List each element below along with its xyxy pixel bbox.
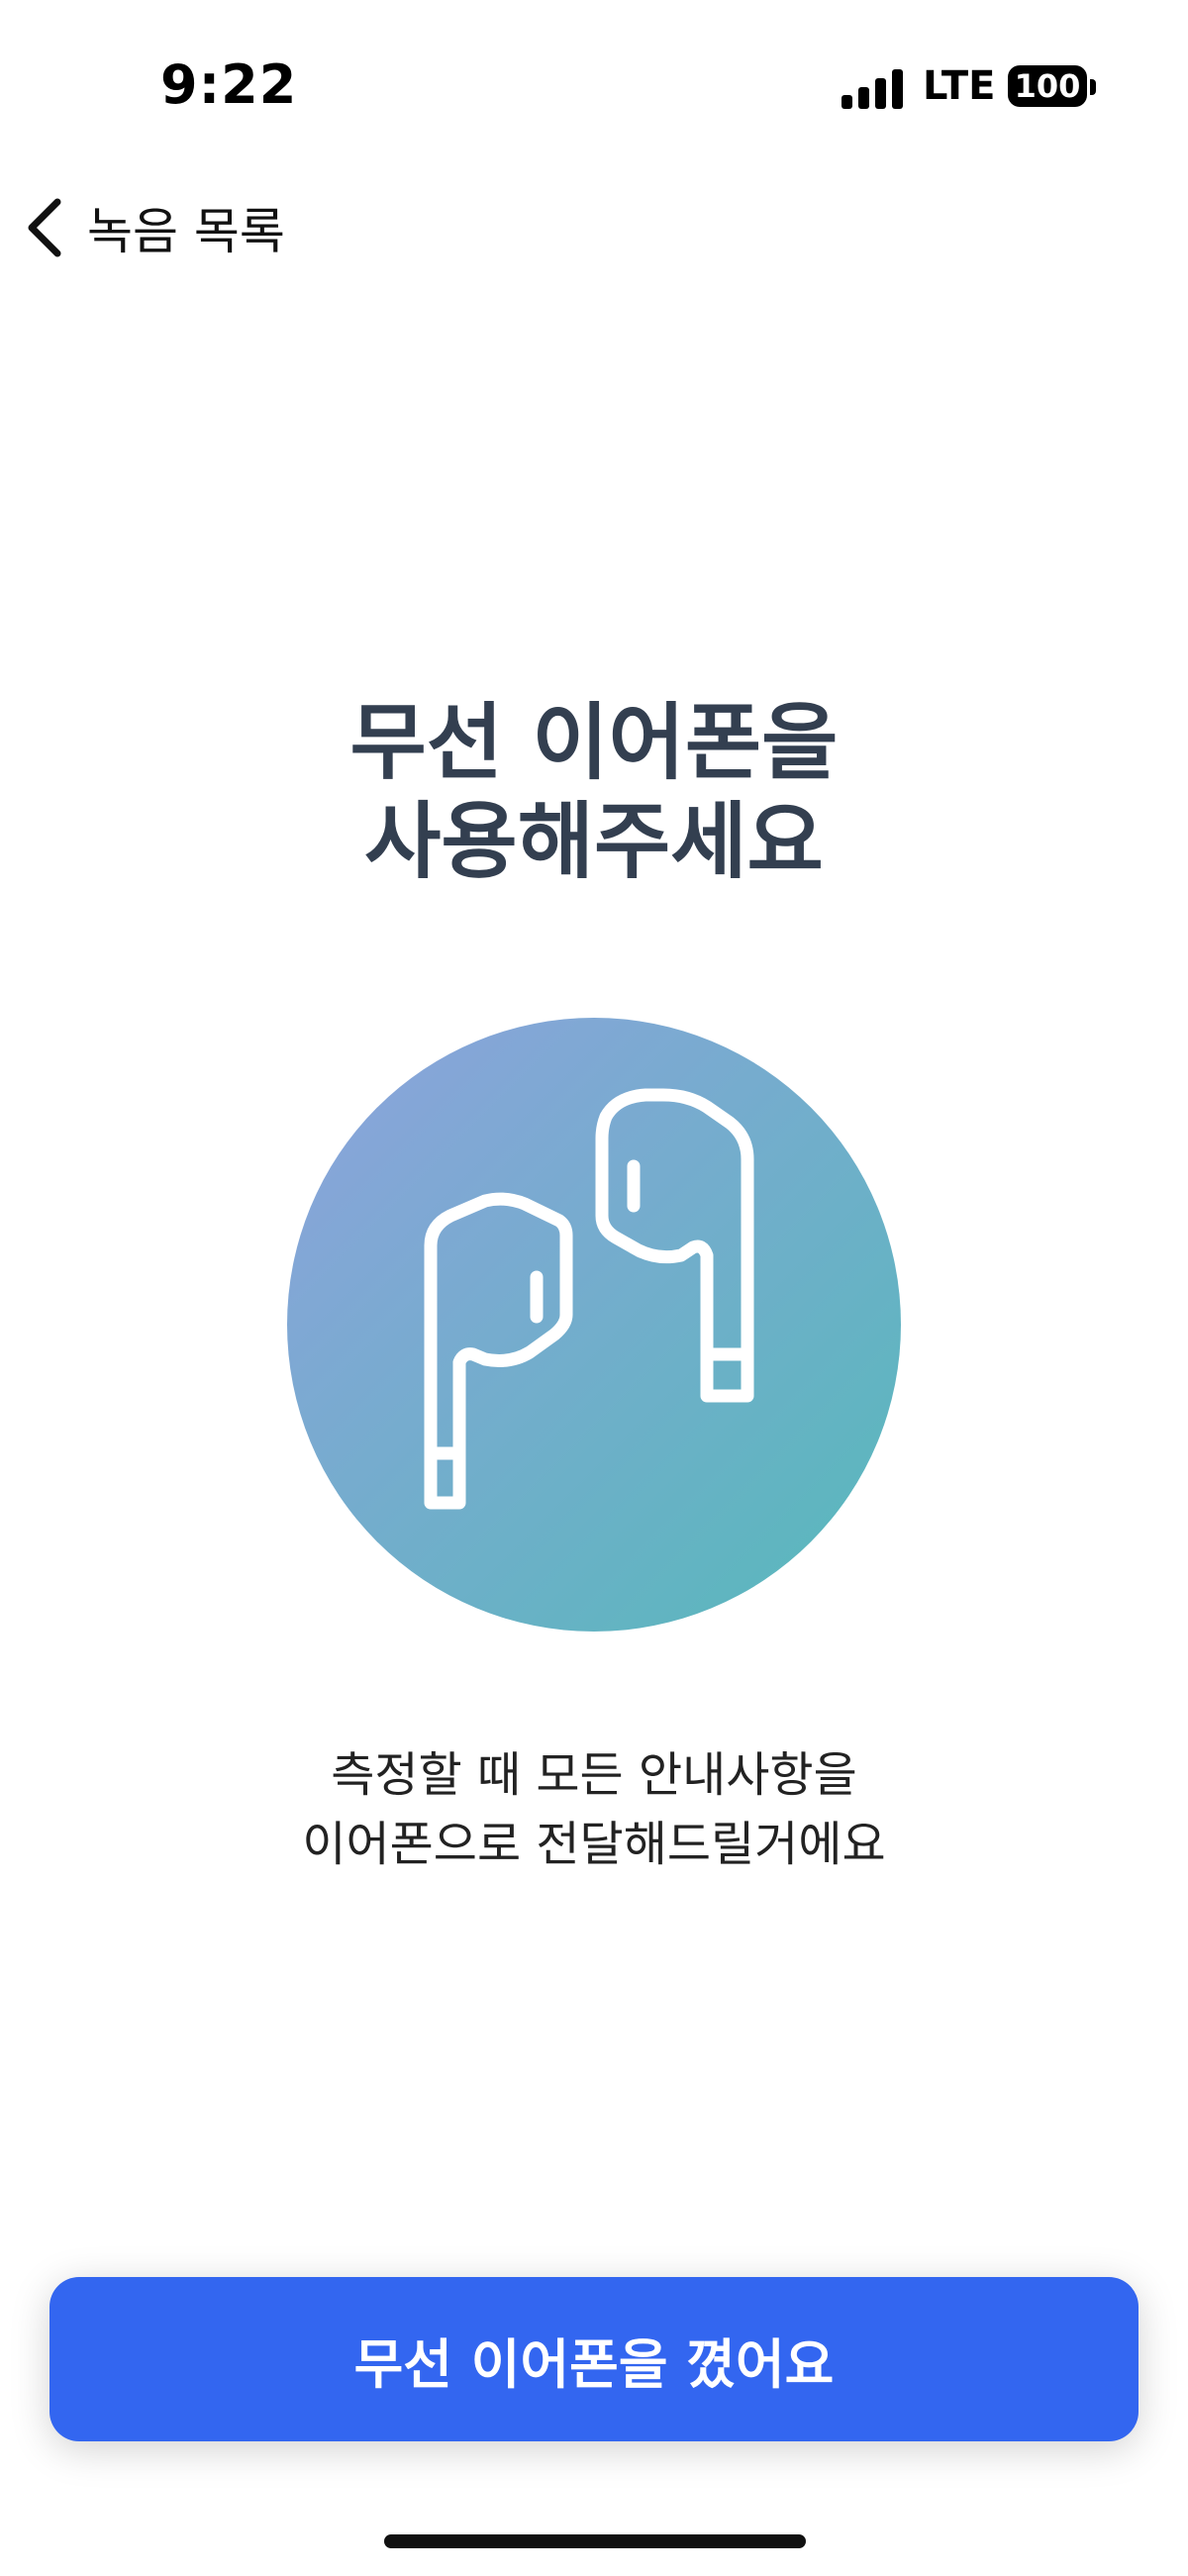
battery-cap [1090,79,1096,95]
earbuds-icon [287,1018,901,1632]
chevron-left-icon [24,196,63,259]
home-indicator[interactable] [384,2534,806,2548]
status-bar: 9:22 LTE 100 [0,0,1188,168]
back-button[interactable]: 녹음 목록 [24,193,285,262]
description-line-2: 이어폰으로 전달해드릴거에요 [302,1817,886,1872]
illustration-circle [287,1018,901,1632]
network-type: LTE [923,63,996,109]
confirm-earphones-button[interactable]: 무선 이어폰을 꼈어요 [50,2277,1138,2441]
title-line-1: 무선 이어폰을 [349,694,839,791]
signal-strength-icon [842,67,903,109]
battery-icon: 100 [1008,65,1087,107]
status-time: 9:22 [160,53,298,116]
description-line-1: 측정할 때 모든 안내사항을 [331,1747,857,1803]
earbuds-illustration [287,1018,901,1632]
back-label: 녹음 목록 [87,203,285,260]
page-title: 무선 이어폰을 사용해주세요 [0,693,1188,891]
description: 측정할 때 모든 안내사항을 이어폰으로 전달해드릴거에요 [0,1740,1188,1879]
title-line-2: 사용해주세요 [364,793,824,890]
